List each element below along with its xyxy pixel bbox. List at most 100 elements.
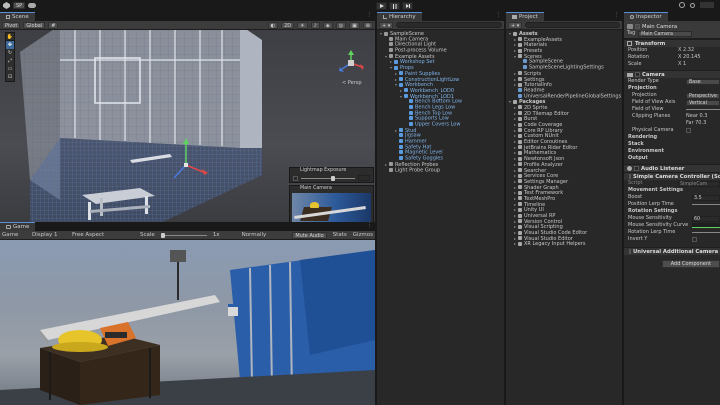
orientation-gizmo[interactable]: [338, 50, 364, 76]
object-name-field[interactable]: Main Camera: [642, 24, 677, 30]
scale-x-field[interactable]: X 1: [678, 61, 686, 68]
layers-dropdown[interactable]: [700, 2, 714, 8]
invert-y-label: Invert Y: [628, 236, 648, 242]
tab-project[interactable]: Project: [506, 12, 544, 21]
camera-controller-header[interactable]: Simple Camera Controller (Script): [624, 172, 720, 180]
camera-component-header[interactable]: Camera: [624, 70, 720, 78]
game-viewport[interactable]: [0, 240, 375, 405]
render-type-dropdown[interactable]: Base: [686, 78, 720, 85]
transform-header[interactable]: Transform: [624, 39, 720, 47]
hierarchy-tab-label: Hierarchy: [389, 14, 416, 20]
tab-game[interactable]: Game: [0, 222, 36, 231]
output-section[interactable]: Output: [628, 155, 648, 162]
exposure-toggle[interactable]: [293, 175, 298, 181]
pivot-dropdown[interactable]: Pivot: [2, 21, 21, 29]
hidden-objects-toggle[interactable]: ◎: [335, 21, 347, 29]
physical-camera-toggle[interactable]: [686, 128, 691, 133]
audio-listener-header[interactable]: Audio Listener: [624, 164, 720, 172]
tab-inspector[interactable]: Inspector: [624, 12, 668, 21]
mouse-curve-field[interactable]: [692, 223, 720, 228]
rotate-tool-icon[interactable]: ↻: [6, 49, 14, 57]
clip-near-field[interactable]: Near 0.3: [686, 113, 707, 120]
exposure-value-field[interactable]: [358, 175, 370, 181]
move-tool-icon[interactable]: ✥: [6, 41, 14, 49]
prefab-icon: [399, 77, 403, 81]
active-toggle[interactable]: [635, 24, 640, 29]
cloud-icon[interactable]: [28, 3, 37, 8]
panel-menu-icon[interactable]: ⋮: [364, 12, 376, 21]
projection-section[interactable]: Projection: [628, 85, 657, 92]
urp-toggle[interactable]: [629, 249, 631, 254]
project-add-button[interactable]: + ▾: [508, 21, 523, 29]
account-button[interactable]: SP: [13, 2, 26, 9]
game-mode-dropdown[interactable]: Game: [2, 232, 26, 238]
stats-button[interactable]: Stats: [333, 232, 347, 238]
controller-toggle[interactable]: [629, 174, 631, 179]
clipping-label: Clipping Planes: [632, 113, 671, 119]
camera-settings-button[interactable]: ▣: [349, 21, 360, 29]
tab-scene[interactable]: Scene: [0, 12, 35, 21]
display-dropdown[interactable]: Display 1: [32, 232, 66, 238]
2d-toggle[interactable]: 2D: [281, 21, 295, 29]
step-button[interactable]: [402, 2, 413, 10]
stack-section[interactable]: Stack: [628, 141, 644, 148]
history-icon[interactable]: [679, 2, 685, 8]
panel-menu-icon[interactable]: ⋮: [364, 222, 376, 231]
hand-tool-icon[interactable]: ✋: [6, 33, 14, 41]
lighting-toggle[interactable]: ☀: [297, 21, 308, 29]
persp-label[interactable]: < Persp: [342, 80, 362, 86]
effects-dropdown[interactable]: ◈: [322, 21, 333, 29]
rotation-x-field[interactable]: X 20.145: [678, 54, 701, 61]
shading-mode-button[interactable]: ◐: [267, 21, 279, 29]
search-icon[interactable]: [690, 2, 695, 8]
projection-dropdown[interactable]: Perspective: [686, 92, 720, 99]
urp-camera-data-header[interactable]: Universal Additional Camera Data: [624, 247, 720, 255]
mouse-sensitivity-field[interactable]: 60: [692, 215, 720, 222]
rotation-lerp-slider[interactable]: [692, 232, 720, 233]
grid-snap-button[interactable]: #: [48, 21, 59, 29]
project-search-input[interactable]: [525, 22, 620, 28]
prefab-icon: [399, 82, 403, 87]
prefab-icon: [399, 144, 403, 149]
mute-audio-button[interactable]: Mute Audio: [292, 231, 327, 239]
exposure-slider[interactable]: [301, 175, 355, 181]
play-button[interactable]: [376, 2, 387, 10]
position-x-field[interactable]: X 2.32: [678, 47, 694, 54]
environment-section[interactable]: Environment: [628, 148, 664, 155]
project-item[interactable]: ▸ XR Legacy Input Helpers: [506, 241, 622, 247]
scale-slider[interactable]: [160, 232, 207, 238]
scene-viewport[interactable]: ✋ ✥ ↻ ⤢ ▭ ⊡ < Persp Lightmap Exposure Ma…: [0, 30, 375, 222]
audio-listener-toggle[interactable]: [634, 166, 639, 171]
hierarchy-add-button[interactable]: + ▾: [379, 21, 394, 29]
hierarchy-search-input[interactable]: [396, 22, 502, 28]
project-item-label: XR Legacy Input Helpers: [524, 241, 586, 248]
camera-enabled-toggle[interactable]: [635, 72, 640, 77]
rect-tool-icon[interactable]: ▭: [6, 65, 14, 73]
fov-slider[interactable]: [686, 109, 720, 110]
pause-button[interactable]: [389, 2, 400, 10]
tag-dropdown[interactable]: Main Camera: [638, 30, 693, 37]
transform-tool-icon[interactable]: ⊡: [6, 73, 14, 81]
add-component-button[interactable]: Add Component: [661, 260, 720, 268]
clip-far-field[interactable]: Far 70.3: [686, 120, 706, 127]
position-lerp-slider[interactable]: [692, 204, 720, 205]
tab-hierarchy[interactable]: Hierarchy: [377, 12, 422, 21]
panel-menu-icon[interactable]: ⋮: [611, 12, 623, 21]
folder-icon: [518, 71, 522, 76]
panel-menu-icon[interactable]: ⋮: [493, 12, 505, 21]
play-mode-dropdown[interactable]: Normally: [242, 232, 278, 238]
rendering-section[interactable]: Rendering: [628, 134, 657, 141]
folder-icon: [518, 139, 522, 144]
unity-logo-icon: [3, 2, 10, 9]
scale-tool-icon[interactable]: ⤢: [6, 57, 14, 65]
gizmos-button[interactable]: Gizmos: [353, 232, 373, 238]
aspect-dropdown[interactable]: Free Aspect: [72, 232, 134, 238]
boost-field[interactable]: 3.5: [692, 194, 720, 201]
folder-icon: [518, 145, 522, 150]
invert-y-toggle[interactable]: [692, 237, 697, 242]
audio-toggle[interactable]: ♪: [310, 21, 320, 29]
hierarchy-item[interactable]: Light Probe Group: [377, 167, 504, 174]
gizmos-dropdown[interactable]: ⊕: [362, 21, 373, 29]
global-dropdown[interactable]: Global: [23, 21, 46, 29]
fov-axis-dropdown[interactable]: Vertical: [686, 99, 720, 106]
